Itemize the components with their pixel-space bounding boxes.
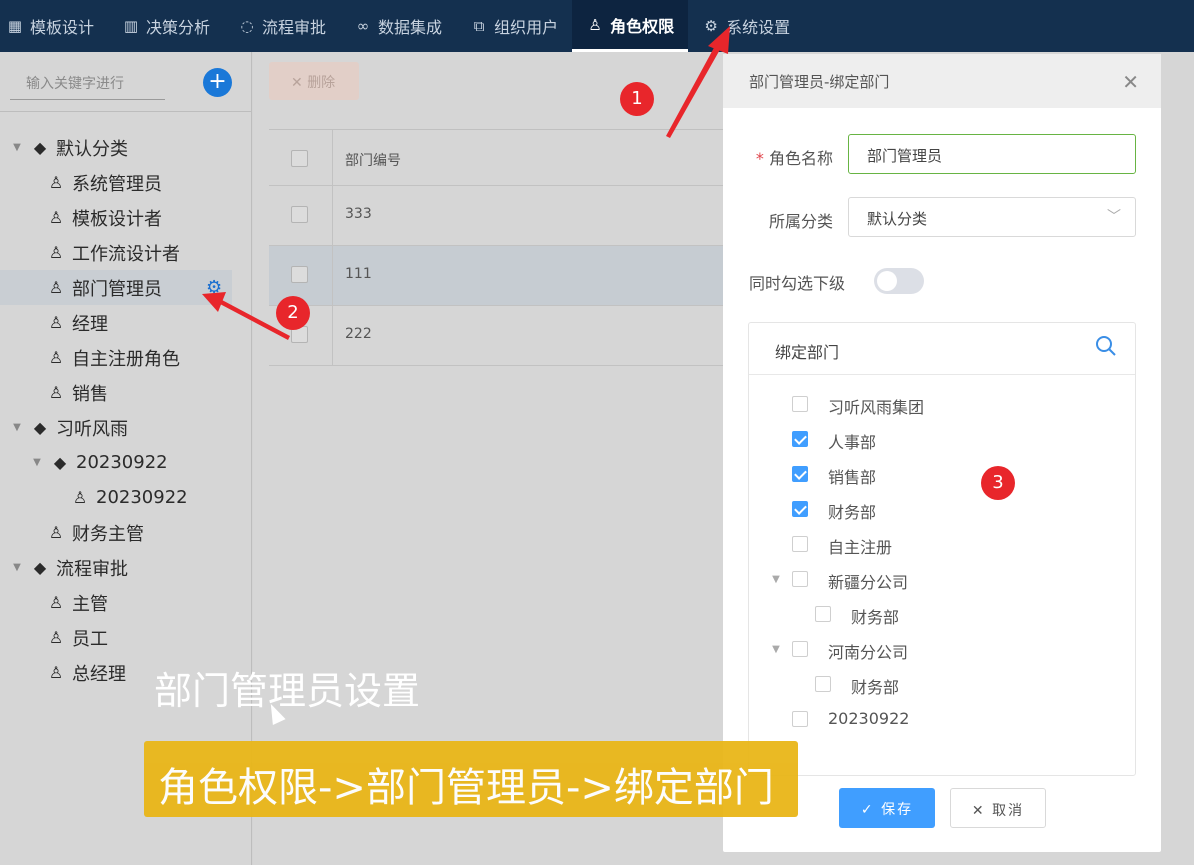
caption-banner-text: 角色权限->部门管理员->绑定部门	[158, 765, 774, 811]
annotation-arrows	[202, 26, 730, 340]
step-badge-2: 2	[276, 296, 310, 330]
step-badge-1: 1	[620, 82, 654, 116]
step-badge-3: 3	[981, 466, 1015, 500]
caption-banner: 角色权限->部门管理员->绑定部门	[144, 741, 798, 817]
caption-title: 部门管理员设置	[154, 669, 421, 713]
